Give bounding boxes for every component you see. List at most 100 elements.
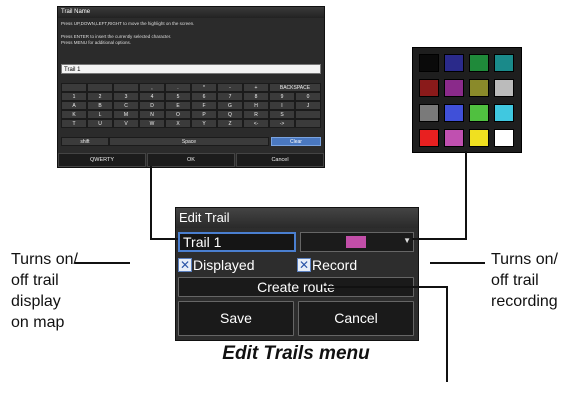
keyboard-panel-title: Trail Name [58,7,324,18]
color-swatch[interactable] [419,104,439,122]
keyboard-cancel-button[interactable]: Cancel [236,153,324,167]
color-swatch[interactable] [444,54,464,72]
keyboard-key[interactable]: T [61,119,87,128]
color-swatch[interactable] [444,104,464,122]
keyboard-key[interactable]: 9 [269,92,295,101]
chevron-down-icon: ▼ [403,236,411,245]
keyboard-key[interactable]: -> [269,119,295,128]
keyboard-key[interactable]: C [113,101,139,110]
keyboard-key[interactable]: 6 [191,92,217,101]
keyboard-instruction-1: Press UP,DOWN,LEFT,RIGHT to move the hig… [61,21,195,26]
displayed-label: Displayed [193,257,255,273]
edit-trail-dialog: Edit Trail Trail 1 ▼ ✕ Displayed ✕ Recor… [175,207,419,341]
palette-connector-horizontal [412,238,467,240]
keyboard-key[interactable]: O [165,110,191,119]
color-swatch[interactable] [469,129,489,147]
keyboard-key[interactable]: 7 [217,92,243,101]
keyboard-key[interactable]: M [113,110,139,119]
qwerty-button[interactable]: QWERTY [58,153,146,167]
keyboard-key[interactable] [295,119,321,128]
figure-caption: Edit Trails menu [222,343,370,364]
keyboard-key[interactable]: I [269,101,295,110]
trail-name-keyboard-panel: Trail Name Press UP,DOWN,LEFT,RIGHT to m… [57,6,325,168]
keyboard-key[interactable]: , [139,83,165,92]
color-swatch[interactable] [419,129,439,147]
trail-name-field[interactable]: Trail 1 [178,232,296,252]
keyboard-key[interactable]: E [165,101,191,110]
record-callout-text: Turns on/ off trail recording [491,251,558,310]
keyboard-key[interactable]: B [87,101,113,110]
color-swatch[interactable] [494,104,514,122]
record-callout-line [430,262,485,264]
keyboard-key[interactable]: D [139,101,165,110]
keyboard-key[interactable]: <- [243,119,269,128]
color-swatch[interactable] [419,54,439,72]
keyboard-key[interactable]: 2 [87,92,113,101]
record-checkbox[interactable]: ✕ [297,258,311,272]
keyboard-key[interactable]: + [243,83,269,92]
keyboard-key[interactable]: G [217,101,243,110]
keyboard-key[interactable]: * [191,83,217,92]
trail-color-swatch [346,236,366,248]
keyboard-key[interactable]: N [139,110,165,119]
keyboard-connector-horizontal [150,238,178,240]
record-label: Record [312,257,358,273]
color-swatch[interactable] [469,104,489,122]
trail-color-dropdown[interactable]: ▼ [300,232,414,252]
keyboard-key[interactable] [295,110,321,119]
palette-connector-vertical [465,151,467,240]
keyboard-key[interactable]: L [87,110,113,119]
keyboard-key[interactable]: J [295,101,321,110]
space-key[interactable]: Space [109,137,269,146]
keyboard-key[interactable]: U [87,119,113,128]
keyboard-key[interactable]: Q [217,110,243,119]
keyboard-key[interactable]: F [191,101,217,110]
keyboard-key[interactable]: 4 [139,92,165,101]
keyboard-key[interactable] [87,83,113,92]
keyboard-key[interactable]: 3 [113,92,139,101]
keyboard-key[interactable]: R [243,110,269,119]
clear-key[interactable]: Clear [271,137,321,146]
create-route-callout-horizontal [323,286,448,288]
keyboard-key[interactable]: 1 [61,92,87,101]
dialog-title: Edit Trail [176,208,418,228]
color-swatch[interactable] [444,79,464,97]
keyboard-key[interactable]: . [165,83,191,92]
color-swatch[interactable] [494,129,514,147]
cancel-button[interactable]: Cancel [298,301,414,336]
keyboard-connector-vertical [150,166,152,239]
color-swatch[interactable] [469,54,489,72]
keyboard-key[interactable] [61,83,87,92]
color-palette [412,47,522,153]
keyboard-key[interactable]: Z [217,119,243,128]
keyboard-key[interactable]: K [61,110,87,119]
keyboard-key[interactable]: V [113,119,139,128]
keyboard-instruction-3: Press MENU for additional options. [61,40,132,45]
create-route-callout-vertical [446,286,448,382]
color-swatch[interactable] [494,79,514,97]
display-callout-line [75,262,130,264]
keyboard-key[interactable]: 8 [243,92,269,101]
keyboard-key[interactable]: W [139,119,165,128]
trail-name-input[interactable]: Trail 1 [61,64,321,74]
display-callout-text: Turns on/ off trail display on map [11,251,78,331]
keyboard-key[interactable]: S [269,110,295,119]
color-swatch[interactable] [444,129,464,147]
keyboard-key[interactable]: H [243,101,269,110]
keyboard-key[interactable]: 0 [295,92,321,101]
color-swatch[interactable] [494,54,514,72]
keyboard-key[interactable]: - [217,83,243,92]
ok-button[interactable]: OK [147,153,235,167]
keyboard-key[interactable]: 5 [165,92,191,101]
color-swatch[interactable] [469,79,489,97]
shift-key[interactable]: shift [61,137,109,146]
backspace-key[interactable]: BACKSPACE [269,83,321,92]
color-swatch[interactable] [419,79,439,97]
keyboard-key[interactable]: Y [191,119,217,128]
keyboard-key[interactable]: A [61,101,87,110]
keyboard-key[interactable]: X [165,119,191,128]
displayed-checkbox[interactable]: ✕ [178,258,192,272]
keyboard-key[interactable]: P [191,110,217,119]
save-button[interactable]: Save [178,301,294,336]
keyboard-key[interactable] [113,83,139,92]
